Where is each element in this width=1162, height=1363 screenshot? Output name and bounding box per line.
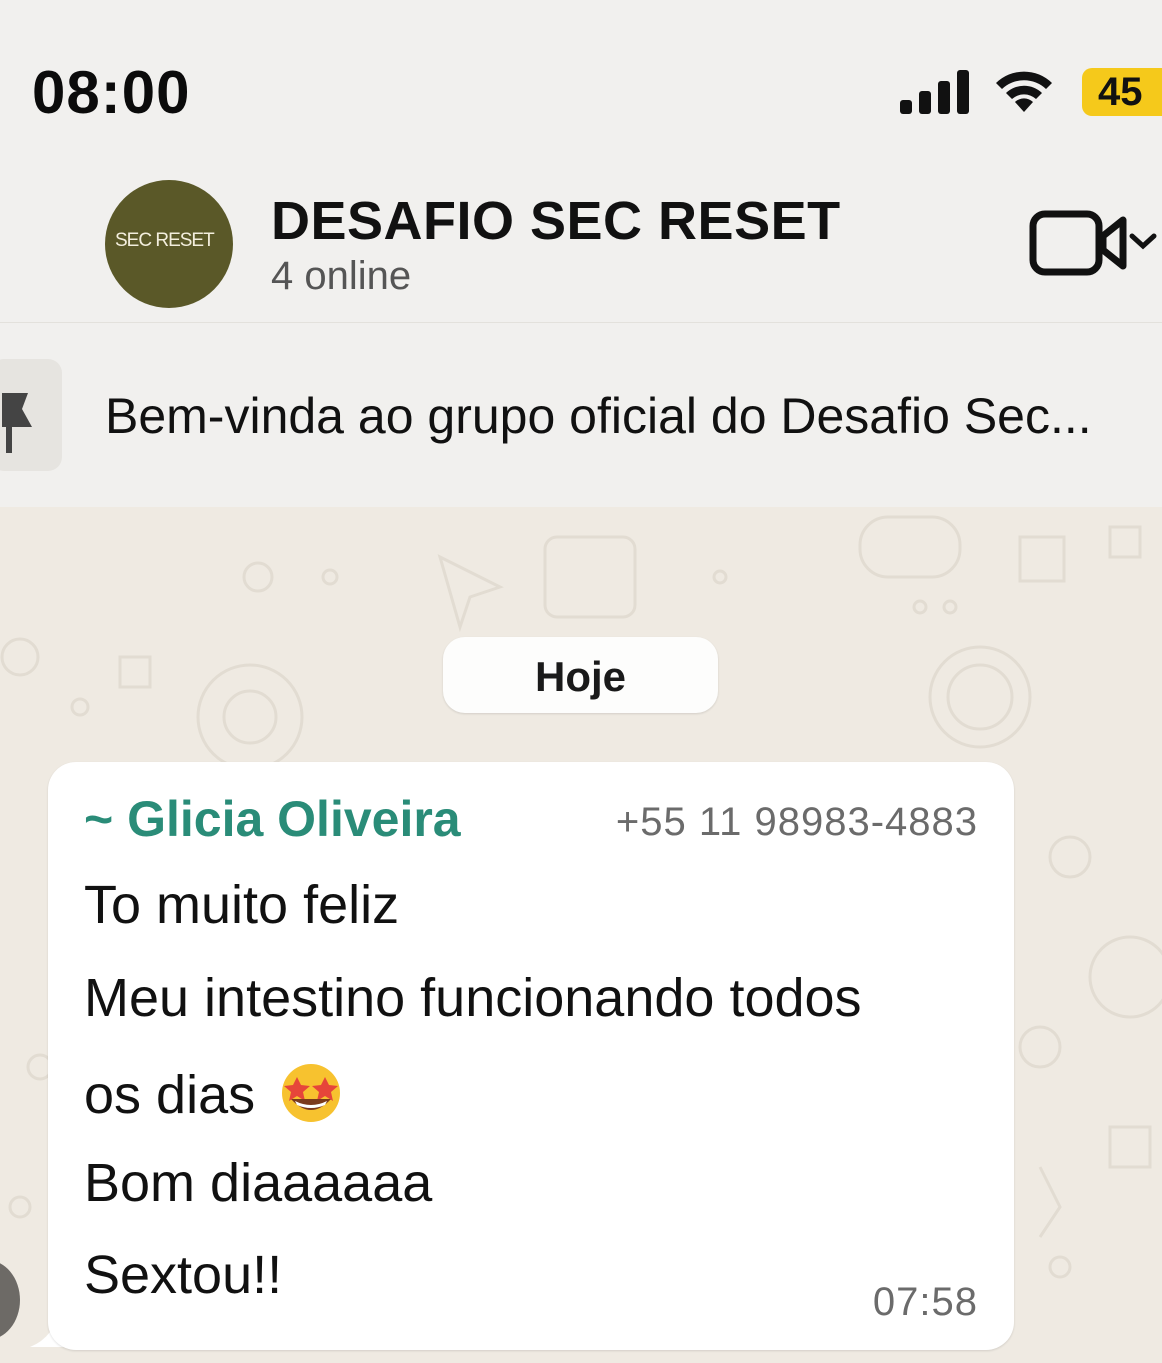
star-struck-emoji: [282, 1064, 341, 1122]
chevron-down-icon: [1129, 233, 1157, 250]
message-line: Meu intestino funcionando todos: [84, 968, 862, 1028]
message-line: To muito feliz: [84, 875, 400, 935]
date-chip-label: Hoje: [534, 653, 626, 700]
message-sender[interactable]: ~ Glicia Oliveira: [84, 790, 461, 848]
pinned-message-bar[interactable]: Bem-vinda ao grupo oficial do Desafio Se…: [0, 322, 1162, 508]
message-time: 07:58: [872, 1280, 978, 1324]
video-call-icon[interactable]: [1028, 208, 1162, 278]
avatar-logo-text: SEC RESET: [115, 230, 215, 251]
wifi-icon: [996, 71, 1052, 112]
message-bubble[interactable]: ~ Glicia Oliveira +55 11 98983-4883 To m…: [48, 762, 1014, 1350]
pinned-message-text: Bem-vinda ao grupo oficial do Desafio Se…: [105, 388, 1092, 444]
message-line-with-emoji: os dias: [84, 1059, 347, 1126]
battery-icon: 45: [1082, 68, 1162, 116]
message-line: Sextou!!: [84, 1245, 283, 1305]
sender-phone: +55 11 98983-4883: [615, 800, 978, 844]
group-title[interactable]: DESAFIO SEC RESET: [271, 190, 841, 252]
group-online-status: 4 online: [271, 254, 412, 298]
pin-icon: [2, 393, 32, 453]
message-line: os dias: [84, 1065, 256, 1125]
chat-header[interactable]: SEC RESET DESAFIO SEC RESET 4 online: [0, 150, 1162, 322]
date-chip: Hoje: [443, 637, 718, 713]
signal-icon: [900, 70, 969, 114]
group-avatar[interactable]: SEC RESET: [105, 180, 233, 308]
message-line: Bom diaaaaaa: [84, 1153, 433, 1213]
status-time: 08:00: [32, 59, 191, 126]
status-bar: 08:00 45: [0, 0, 1162, 170]
battery-level: 45: [1098, 70, 1143, 114]
chat-area[interactable]: Hoje ~ Glicia Oliveira +55 11 98983-4883…: [0, 507, 1162, 1363]
pin-icon-box: [0, 359, 62, 471]
